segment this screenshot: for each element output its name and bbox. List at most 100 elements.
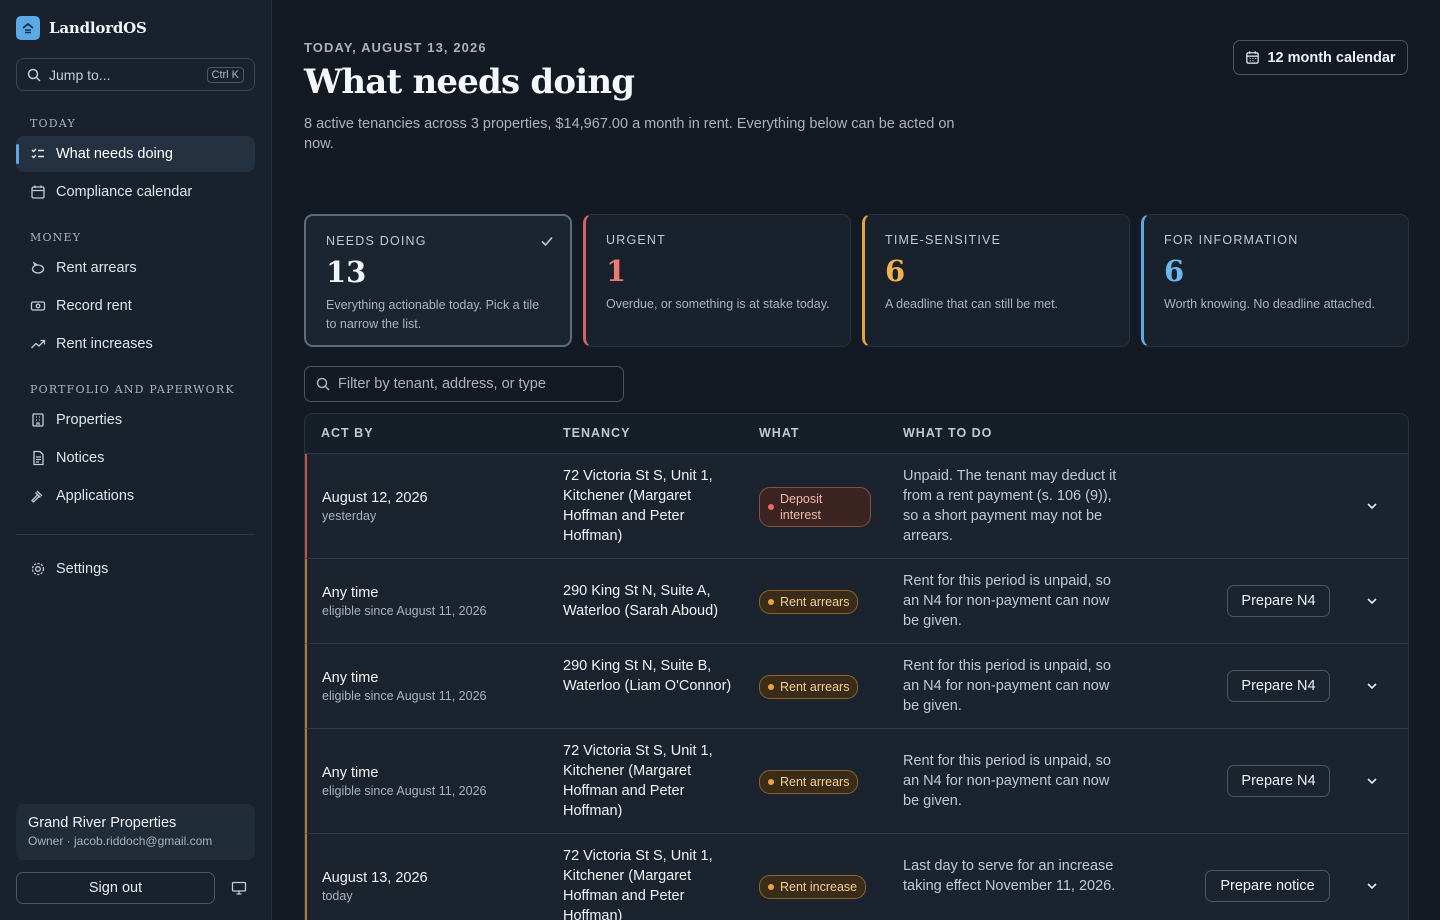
column-tenancy[interactable]: TENANCY: [563, 426, 630, 440]
document-icon: [33, 450, 44, 466]
sidebar-item-label: Rent arrears: [56, 260, 137, 276]
sidebar-item-record-rent[interactable]: Record rent: [16, 288, 255, 324]
gear-icon: [31, 562, 45, 576]
badge-dot: [768, 884, 774, 890]
sidebar-divider: [16, 534, 255, 535]
section-money: MONEY: [30, 231, 82, 244]
chevron-down-icon[interactable]: [1365, 594, 1379, 608]
tile-label: URGENT: [606, 233, 666, 247]
chevron-down-icon[interactable]: [1365, 679, 1379, 693]
chevron-down-icon[interactable]: [1365, 499, 1379, 513]
sidebar-item-label: Settings: [56, 561, 109, 577]
chevron-down-icon[interactable]: [1365, 879, 1379, 893]
act-by-cell: Any time eligible since August 11, 2026: [322, 585, 486, 618]
table-header: ACT BY TENANCY WHAT WHAT TO DO: [305, 414, 1408, 454]
table-row[interactable]: Any time eligible since August 11, 2026 …: [305, 559, 1408, 644]
checkmark-icon: [541, 236, 553, 247]
what-cell: Rent arrears: [759, 675, 859, 699]
page-title: What needs doing: [304, 62, 635, 102]
sidebar-item-label: Compliance calendar: [56, 184, 193, 200]
badge-label: Rent arrears: [780, 595, 850, 609]
search-icon: [316, 377, 330, 391]
act-by-date: Any time: [322, 670, 379, 686]
table-row[interactable]: Any time eligible since August 11, 2026 …: [305, 729, 1408, 834]
banknote-icon: [30, 301, 46, 311]
column-what-to-do[interactable]: WHAT TO DO: [903, 426, 992, 440]
calendar-icon: [1246, 51, 1260, 64]
sidebar-item-notices[interactable]: Notices: [16, 440, 255, 476]
tile-count: 1: [606, 254, 627, 288]
prepare-n4-button[interactable]: Prepare N4: [1227, 765, 1330, 797]
act-by-date: August 13, 2026: [322, 870, 428, 886]
tile-count: 6: [885, 254, 906, 288]
sidebar-item-rent-arrears[interactable]: Rent arrears: [16, 250, 255, 286]
what-to-do-cell: Unpaid. The tenant may deduct it from a …: [903, 468, 1117, 544]
table-row[interactable]: Any time eligible since August 11, 2026 …: [305, 644, 1408, 729]
shortcut-badge: Ctrl K: [206, 66, 244, 83]
badge-label: Deposit interest: [780, 492, 823, 522]
tile-label: TIME-SENSITIVE: [885, 233, 1002, 247]
column-act-by[interactable]: ACT BY: [321, 426, 374, 440]
monitor-icon[interactable]: [231, 880, 247, 901]
piggy-bank-icon: [31, 261, 45, 274]
badge-label: Rent increase: [780, 880, 858, 894]
section-today: TODAY: [30, 117, 76, 130]
tile-description: Worth knowing. No deadline attached.: [1164, 297, 1376, 311]
tile-time-sensitive[interactable]: TIME-SENSITIVE 6 A deadline that can sti…: [862, 214, 1130, 347]
column-what[interactable]: WHAT: [759, 426, 800, 440]
tile-urgent[interactable]: URGENT 1 Overdue, or something is at sta…: [583, 214, 851, 347]
sidebar-item-applications[interactable]: Applications: [16, 478, 255, 514]
account-card[interactable]: Grand River Properties Owner · jacob.rid…: [16, 804, 255, 860]
tile-label: FOR INFORMATION: [1164, 233, 1299, 247]
sidebar-item-label: Properties: [56, 412, 123, 428]
tile-description: Everything actionable today. Pick a tile…: [326, 298, 540, 331]
sidebar-item-properties[interactable]: Properties: [16, 402, 255, 438]
act-by-note: eligible since August 11, 2026: [322, 784, 487, 798]
table-row[interactable]: August 12, 2026 yesterday 72 Victoria St…: [305, 454, 1408, 559]
tasks-table: ACT BY TENANCY WHAT WHAT TO DO August 12…: [304, 413, 1409, 920]
building-icon: [32, 413, 44, 427]
act-by-note: today: [322, 889, 353, 903]
prepare-n4-button[interactable]: Prepare N4: [1227, 670, 1330, 702]
act-by-note: eligible since August 11, 2026: [322, 689, 487, 703]
search-icon: [27, 68, 41, 82]
what-to-do-cell: Last day to serve for an increase taking…: [903, 858, 1116, 894]
tile-needs-doing[interactable]: NEEDS DOING 13 Everything actionable tod…: [304, 214, 572, 347]
sidebar-item-what-needs-doing[interactable]: What needs doing: [16, 136, 255, 172]
sign-out-button[interactable]: Sign out: [16, 872, 215, 904]
page-subtitle: 8 active tenancies across 3 properties, …: [304, 116, 955, 152]
what-to-do-cell: Rent for this period is unpaid, so an N4…: [903, 573, 1111, 629]
tile-description: A deadline that can still be met.: [885, 297, 1059, 311]
sidebar-item-rent-increases[interactable]: Rent increases: [16, 326, 255, 362]
prepare-n4-button[interactable]: Prepare N4: [1227, 585, 1330, 617]
date-line: TODAY, AUGUST 13, 2026: [304, 40, 487, 55]
sidebar-item-compliance-calendar[interactable]: Compliance calendar: [16, 174, 255, 210]
tenancy-cell: 290 King St N, Suite B, Waterloo (Liam O…: [563, 658, 732, 694]
main-content: TODAY, AUGUST 13, 2026 What needs doing …: [272, 0, 1440, 920]
status-badge: Rent arrears: [759, 590, 859, 614]
tenancy-cell: 72 Victoria St S, Unit 1, Kitchener (Mar…: [563, 743, 713, 819]
act-by-date: Any time: [322, 585, 379, 601]
jump-to-search[interactable]: Jump to... Ctrl K: [16, 58, 255, 91]
tile-count: 6: [1164, 254, 1185, 288]
sidebar: LandlordOS Jump to... Ctrl K TODAY What …: [0, 0, 272, 920]
brand-name: LandlordOS: [49, 19, 147, 37]
what-to-do-cell: Rent for this period is unpaid, so an N4…: [903, 753, 1111, 809]
tile-label: NEEDS DOING: [326, 234, 427, 248]
brand[interactable]: LandlordOS: [16, 16, 147, 40]
chevron-down-icon[interactable]: [1365, 774, 1379, 788]
sidebar-item-label: Applications: [56, 488, 135, 504]
act-by-cell: Any time eligible since August 11, 2026: [322, 670, 486, 703]
tile-count: 13: [326, 255, 367, 289]
filter-input[interactable]: Filter by tenant, address, or type: [304, 366, 624, 402]
tenancy-cell: 290 King St N, Suite A, Waterloo (Sarah …: [563, 583, 719, 619]
table-row[interactable]: August 13, 2026 today 72 Victoria St S, …: [305, 834, 1408, 920]
prepare-notice-button[interactable]: Prepare notice: [1205, 870, 1330, 902]
calendar-button-label: 12 month calendar: [1267, 49, 1396, 66]
jump-placeholder: Jump to...: [49, 66, 111, 83]
tile-for-information[interactable]: FOR INFORMATION 6 Worth knowing. No dead…: [1141, 214, 1409, 347]
tenancy-cell: 72 Victoria St S, Unit 1, Kitchener (Mar…: [563, 848, 713, 920]
sidebar-item-settings[interactable]: Settings: [16, 551, 255, 587]
twelve-month-calendar-button[interactable]: 12 month calendar: [1233, 40, 1408, 75]
gavel-icon: [31, 490, 43, 503]
